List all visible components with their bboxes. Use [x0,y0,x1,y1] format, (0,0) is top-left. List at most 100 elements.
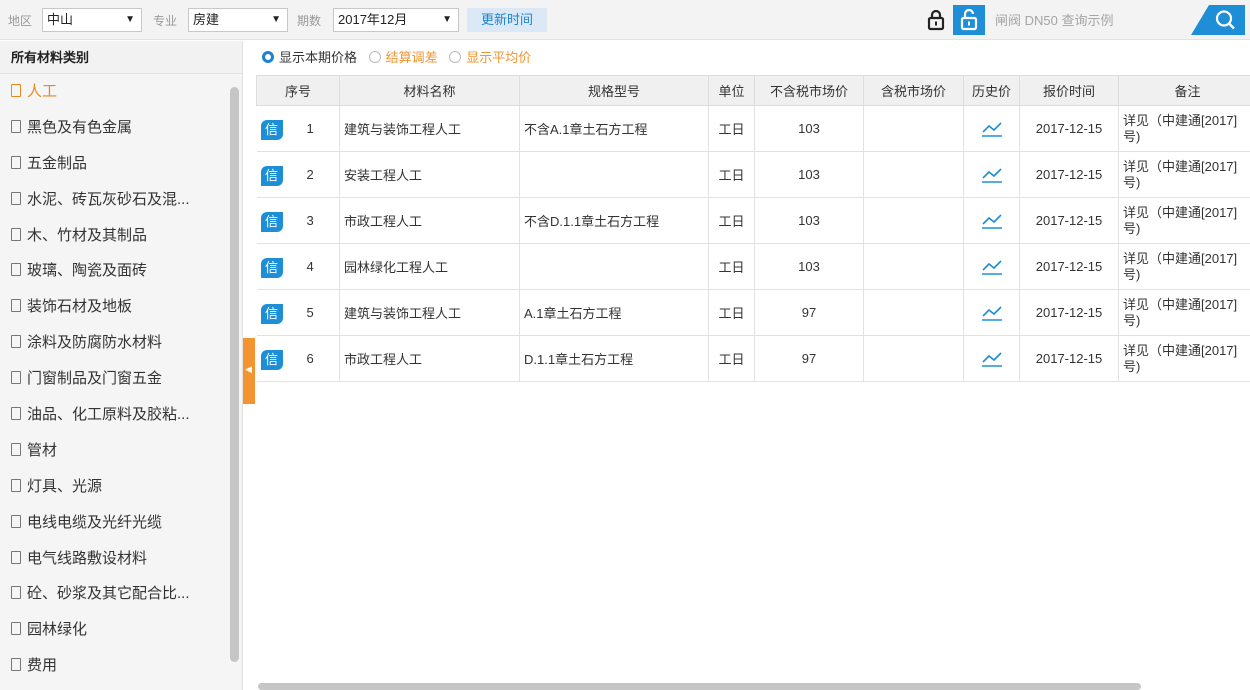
material-name: 市政工程人工 [339,197,520,244]
search-icon [1215,10,1235,30]
sidebar-item[interactable]: 水泥、砖瓦灰砂石及混... [0,182,230,218]
update-time-button[interactable]: 更新时间 [467,8,547,32]
sidebar-item[interactable]: 装饰石材及地板 [0,289,230,325]
sidebar-item[interactable]: 管材 [0,433,230,469]
column-header[interactable]: 单位 [708,75,755,106]
sidebar-item[interactable]: 木、竹材及其制品 [0,218,230,254]
credit-badge[interactable]: 信 [260,166,283,186]
table-row[interactable]: 信 1 建筑与装饰工程人工 不含A.1章土石方工程 工日 103 2017-12-… [256,105,1250,152]
chevron-down-icon: ▼ [271,14,281,25]
search-input[interactable] [991,5,1205,35]
sidebar-item[interactable]: 电线电缆及光纤光缆 [0,505,230,541]
price-incl-tax [863,105,964,152]
column-header[interactable]: 备注 [1118,75,1250,106]
period-label: 期数 [297,14,322,28]
document-icon [11,371,21,385]
table-row[interactable]: 信5 建筑与装饰工程人工 A.1章土石方工程 工日 97 2017-12-15 … [256,289,1250,336]
column-header[interactable]: 材料名称 [339,75,520,106]
region-select[interactable]: 中山 ▼ [42,8,142,32]
row-number: 1 [306,121,314,136]
credit-badge[interactable]: 信 [260,120,283,140]
major-select[interactable]: 房建 ▼ [188,8,288,32]
sidebar-item[interactable]: 玻璃、陶瓷及面砖 [0,253,230,289]
table-row[interactable]: 信 6 市政工程人工 D.1.1章土石方工程 工日 97 2017-12-15 详… [256,335,1250,382]
column-header[interactable]: 含税市场价 [863,75,964,106]
sidebar-item[interactable]: 门窗制品及门窗五金 [0,361,230,397]
history-price-cell[interactable] [963,151,1020,198]
credit-badge[interactable]: 信 [260,258,283,278]
sidebar-item[interactable]: 费用 [0,648,230,684]
column-header[interactable]: 报价时间 [1019,75,1119,106]
row-number: 3 [306,213,314,228]
history-price-cell[interactable] [963,335,1020,382]
sidebar-item[interactable]: 油品、化工原料及胶粘... [0,397,230,433]
sidebar-item[interactable]: 黑色及有色金属 [0,110,230,146]
material-name: 安装工程人工 [339,151,520,198]
sidebar-item[interactable]: 灯具、光源 [0,469,230,505]
table-row[interactable]: 信 2 安装工程人工 工日 103 2017-12-15 详见（中建通[2017]… [256,151,1250,198]
sidebar-item[interactable]: 人工 [0,74,230,110]
history-price-cell[interactable] [963,243,1020,290]
price-incl-tax [863,151,964,198]
sidebar-collapse-toggle[interactable]: ◀ [243,338,255,404]
unlock-button[interactable] [953,5,985,35]
unit: 工日 [708,197,755,244]
price-incl-tax [863,197,964,244]
credit-badge[interactable]: 信 [260,212,283,232]
top-toolbar: 地区 中山 ▼ 专业 房建 ▼ 期数 2017年12月 ▼ 更新时间 [0,0,1250,40]
document-icon [11,658,21,672]
material-name: 园林绿化工程人工 [339,243,520,290]
price-incl-tax [863,243,964,290]
quote-date: 2017-12-15 [1019,243,1119,290]
period-select[interactable]: 2017年12月 ▼ [333,8,459,32]
remark: 详见（中建通[2017] 号) [1118,197,1250,244]
document-icon [11,263,21,277]
line-chart-icon [981,121,1002,137]
unit: 工日 [708,151,755,198]
sidebar-title: 所有材料类别 [0,41,242,74]
history-price-cell[interactable] [963,197,1020,244]
document-icon [11,478,21,492]
sidebar-item[interactable]: 涂料及防腐防水材料 [0,325,230,361]
document-icon [11,550,21,564]
quote-date: 2017-12-15 [1019,335,1119,382]
sidebar-item[interactable]: 电气线路敷设材料 [0,541,230,577]
price-filter-bar: 显示本期价格 结算调差 显示平均价 [262,47,539,71]
lock-button[interactable] [920,5,952,35]
price-table: 序号 材料名称 规格型号 单位 不含税市场价 含税市场价 历史价 报价时间 备注… [256,75,1250,382]
column-header[interactable]: 不含税市场价 [754,75,864,106]
lock-icon [927,9,945,31]
region-label: 地区 [8,14,33,28]
show-current-price-radio[interactable]: 显示本期价格 [262,47,357,66]
horizontal-scrollbar[interactable] [258,683,1141,690]
sidebar-item[interactable]: 五金制品 [0,146,230,182]
document-icon [11,84,21,97]
column-header[interactable]: 序号 [256,75,340,106]
history-price-cell[interactable] [963,289,1020,336]
material-name: 市政工程人工 [339,335,520,382]
chevron-left-icon: ◀ [245,364,252,374]
column-header[interactable]: 历史价 [963,75,1020,106]
unit: 工日 [708,289,755,336]
settlement-adjust-radio[interactable]: 结算调差 [368,47,438,66]
sidebar-scrollbar[interactable] [230,87,239,662]
table-row[interactable]: 信 3 市政工程人工 不含D.1.1章土石方工程 工日 103 2017-12-1… [256,197,1250,244]
spec-model: A.1章土石方工程 [519,289,709,336]
price-excl-tax: 103 [754,151,864,198]
show-average-price-radio[interactable]: 显示平均价 [449,47,531,66]
document-icon [11,155,21,169]
material-name: 建筑与装饰工程人工 [339,289,520,336]
history-price-cell[interactable] [963,105,1020,152]
price-incl-tax [863,335,964,382]
remark: 详见（中建通[2017] 号) [1118,243,1250,290]
category-sidebar: 所有材料类别 人工 黑色及有色金属 五金制品 水泥、砖瓦灰砂石及混... 木、竹… [0,41,243,690]
sidebar-item[interactable]: 砼、砂浆及其它配合比... [0,576,230,612]
credit-badge[interactable]: 信 [260,304,283,324]
line-chart-icon [981,259,1002,275]
sidebar-item[interactable]: 园林绿化 [0,612,230,648]
credit-badge[interactable]: 信 [260,350,283,370]
column-header[interactable]: 规格型号 [519,75,709,106]
major-label: 专业 [153,14,178,28]
table-row[interactable]: 信 4 园林绿化工程人工 工日 103 2017-12-15 详见（中建通[201… [256,243,1250,290]
chevron-down-icon: ▼ [125,14,135,25]
